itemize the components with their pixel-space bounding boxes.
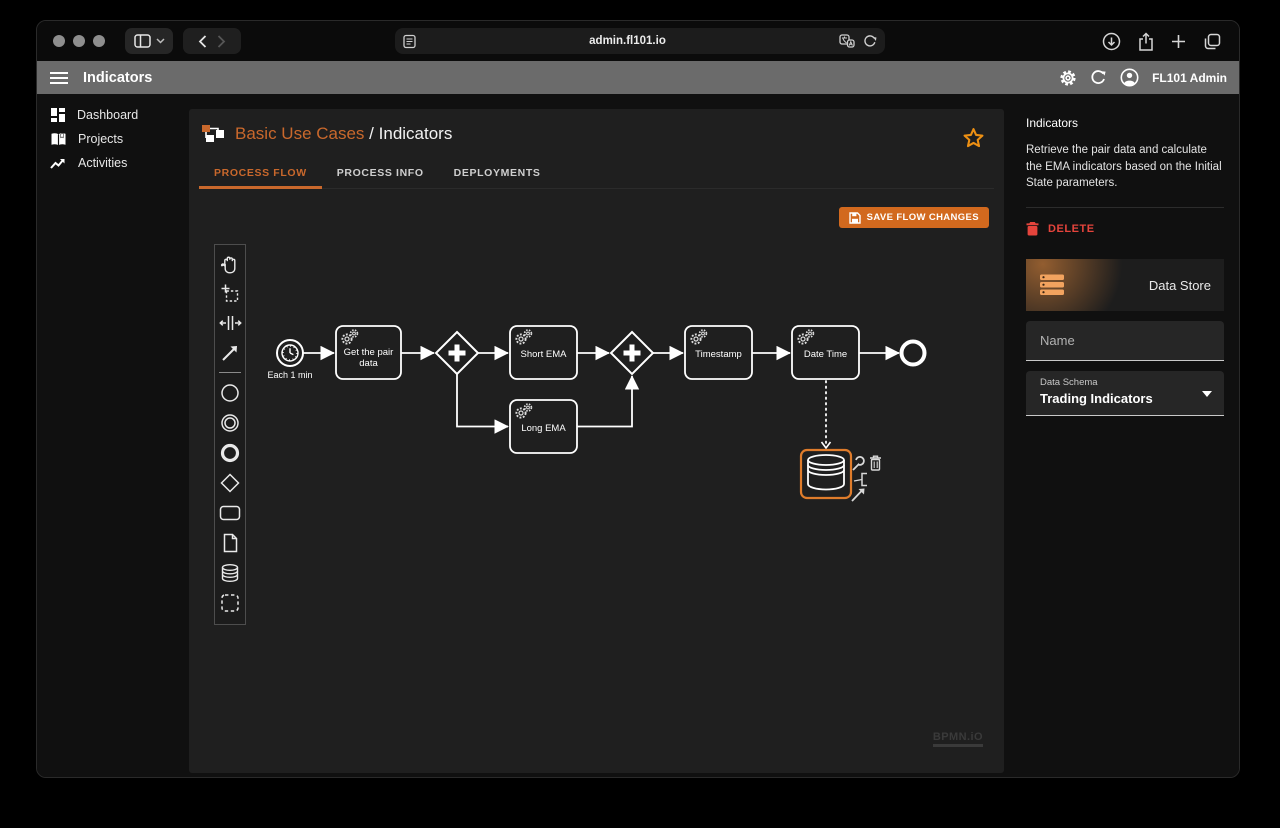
nav-buttons: [183, 28, 241, 54]
sidebar-item-label: Projects: [78, 132, 123, 146]
inspector-panel: Indicators Retrieve the pair data and ca…: [1016, 94, 1239, 778]
node-timer-start-event[interactable]: Each 1 min: [267, 340, 312, 380]
data-store-card-header: Data Store: [1026, 259, 1224, 311]
tab-overview-icon[interactable]: [1203, 33, 1221, 50]
connect-arrow-icon[interactable]: [852, 489, 865, 502]
chevron-down-icon: [156, 38, 165, 44]
user-avatar-icon[interactable]: [1120, 68, 1139, 87]
downloads-icon[interactable]: [1102, 32, 1121, 51]
node-label: Date Time: [804, 349, 847, 360]
page-title: Indicators: [83, 70, 152, 86]
chrome-toolbar-right: [1102, 21, 1221, 61]
node-task-timestamp[interactable]: Timestamp: [685, 326, 752, 379]
data-association-edge[interactable]: [822, 381, 831, 448]
sidebar-item-label: Activities: [78, 156, 127, 170]
app-header: Indicators FL101 Admin: [37, 61, 1239, 94]
app-body: Dashboard Projects Activities: [37, 94, 1239, 778]
data-store-card-iconbox: [1026, 259, 1078, 311]
dropdown-caret-icon: [1202, 391, 1212, 397]
delete-trash-icon: [1026, 221, 1039, 236]
node-label-line2: data: [359, 358, 378, 369]
inspector-title: Indicators: [1026, 116, 1224, 130]
node-parallel-gateway-split[interactable]: [436, 332, 478, 374]
data-store-card: Data Store Data Schema Trading Indicator…: [1026, 259, 1224, 416]
node-parallel-gateway-join[interactable]: [611, 332, 653, 374]
sidebar-toggle-button[interactable]: [125, 28, 173, 54]
left-sidebar: Dashboard Projects Activities: [37, 94, 189, 778]
reader-icon[interactable]: [403, 34, 416, 49]
sidebar-item-activities[interactable]: Activities: [37, 151, 189, 175]
node-label-line1: Get the pair: [344, 347, 394, 358]
bpmn-io-watermark[interactable]: BPMN.iO: [933, 731, 983, 747]
node-task-long-ema[interactable]: Long EMA: [510, 400, 577, 453]
node-task-get-pair-data[interactable]: Get the pair data: [336, 326, 401, 379]
refresh-icon[interactable]: [1090, 69, 1107, 86]
node-task-date-time[interactable]: Date Time: [792, 326, 859, 379]
node-end-event[interactable]: [902, 342, 925, 365]
activity-chart-icon: [50, 156, 67, 170]
zoom-window-button[interactable]: [93, 35, 105, 47]
wrench-icon[interactable]: [853, 457, 864, 470]
sidebar-item-label: Dashboard: [77, 108, 138, 122]
node-label: Each 1 min: [267, 370, 312, 380]
data-schema-select[interactable]: Data Schema Trading Indicators: [1026, 371, 1224, 416]
divider: [1026, 207, 1224, 208]
browser-chrome: admin.fl101.io: [37, 21, 1239, 61]
delete-button[interactable]: DELETE: [1026, 221, 1224, 236]
inspector-description: Retrieve the pair data and calculate the…: [1026, 142, 1224, 192]
settings-gear-icon[interactable]: [1059, 69, 1077, 87]
node-task-short-ema[interactable]: Short EMA: [510, 326, 577, 379]
translate-icon[interactable]: [839, 34, 855, 48]
forward-button[interactable]: [217, 35, 226, 48]
url-text[interactable]: admin.fl101.io: [416, 35, 839, 47]
user-name[interactable]: FL101 Admin: [1152, 71, 1227, 85]
node-label: Timestamp: [695, 349, 742, 360]
data-schema-label: Data Schema: [1040, 377, 1210, 388]
address-bar[interactable]: admin.fl101.io: [395, 28, 885, 54]
bpmn-diagram[interactable]: Each 1 min Get the pair data: [189, 109, 1004, 773]
data-store-list-icon: [1039, 274, 1065, 296]
traffic-lights: [53, 35, 105, 47]
name-input[interactable]: [1026, 321, 1224, 361]
menu-icon[interactable]: [49, 71, 69, 85]
book-icon: [50, 132, 67, 147]
sidebar-item-dashboard[interactable]: Dashboard: [37, 103, 189, 127]
process-canvas-panel: Basic Use Cases / Indicators PROCESS FLO…: [189, 109, 1004, 773]
data-store-cylinder-icon: [808, 455, 844, 490]
delete-button-label: DELETE: [1048, 223, 1095, 235]
node-label: Short EMA: [521, 349, 568, 360]
text-annotation-icon[interactable]: [854, 474, 867, 486]
minimize-window-button[interactable]: [73, 35, 85, 47]
reload-icon[interactable]: [863, 34, 877, 48]
sidebar-item-projects[interactable]: Projects: [37, 127, 189, 151]
data-schema-value: Trading Indicators: [1040, 391, 1210, 406]
node-label: Long EMA: [521, 423, 566, 434]
trash-icon[interactable]: [870, 456, 881, 470]
share-icon[interactable]: [1138, 32, 1154, 51]
context-pad: [852, 456, 881, 501]
browser-window: admin.fl101.io: [36, 20, 1240, 778]
data-store-card-title: Data Store: [1149, 278, 1224, 293]
back-button[interactable]: [198, 35, 207, 48]
new-tab-icon[interactable]: [1171, 34, 1186, 49]
sidebar-panel-icon: [134, 34, 151, 48]
dashboard-icon: [50, 107, 66, 123]
close-window-button[interactable]: [53, 35, 65, 47]
node-data-store[interactable]: [801, 450, 851, 498]
